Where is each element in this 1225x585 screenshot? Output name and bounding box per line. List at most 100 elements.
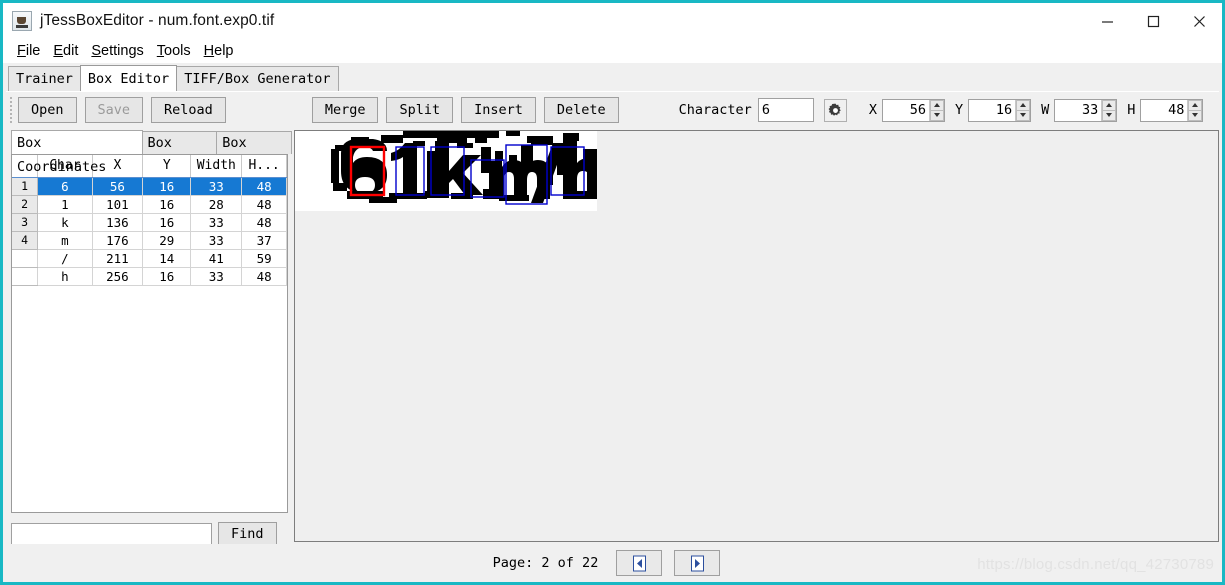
h-spinner[interactable]: 48	[1140, 98, 1204, 122]
cell-char[interactable]: h	[37, 267, 93, 286]
cell-x[interactable]: 136	[92, 213, 144, 232]
page-indicator: Page: 2 of 22	[492, 555, 599, 571]
w-spinner[interactable]: 33	[1054, 98, 1118, 122]
row-number: 1	[12, 177, 39, 196]
menu-tools[interactable]: Tools	[151, 42, 198, 60]
x-spinner-value[interactable]: 56	[882, 99, 929, 121]
cell-y[interactable]: 16	[142, 213, 192, 232]
cell-char[interactable]: k	[37, 213, 93, 232]
y-spinner-down[interactable]	[1016, 109, 1031, 121]
row-number: 2	[12, 195, 39, 214]
cell-width[interactable]: 33	[190, 267, 243, 286]
delete-button[interactable]: Delete	[543, 97, 619, 123]
next-page-icon[interactable]	[674, 550, 721, 576]
menu-bar: File Edit Settings Tools Help	[3, 39, 1222, 63]
row-number	[12, 267, 39, 286]
box-table-scroll[interactable]: Char X Y Width H... 1 6 56 16 33 48	[11, 154, 288, 513]
application-window: jTessBoxEditor - num.font.exp0.tif File …	[0, 0, 1225, 585]
x-spinner-up[interactable]	[929, 99, 944, 110]
h-spinner-down[interactable]	[1188, 109, 1203, 121]
cell-y[interactable]: 16	[142, 267, 192, 286]
cell-x[interactable]: 176	[92, 231, 144, 250]
maximize-icon[interactable]	[1130, 3, 1176, 39]
reload-button[interactable]: Reload	[151, 97, 226, 123]
cell-height[interactable]: 48	[241, 195, 287, 214]
w-spinner-value[interactable]: 33	[1055, 99, 1102, 121]
cell-height[interactable]: 48	[241, 267, 287, 286]
h-spinner-value[interactable]: 48	[1141, 99, 1188, 121]
cell-height[interactable]: 37	[241, 231, 287, 250]
x-spinner[interactable]: 56	[881, 98, 945, 122]
col-header-width[interactable]: Width	[190, 155, 243, 178]
w-spinner-down[interactable]	[1102, 109, 1117, 121]
menu-help[interactable]: Help	[198, 42, 241, 60]
insert-button[interactable]: Insert	[461, 97, 536, 123]
y-label: Y	[954, 102, 964, 118]
minimize-icon[interactable]	[1084, 3, 1130, 39]
table-row[interactable]: 3 k 136 16 33 48	[12, 213, 287, 232]
open-button[interactable]: Open	[18, 97, 77, 123]
menu-edit-rest: dit	[63, 43, 79, 59]
cell-x[interactable]: 56	[92, 177, 144, 196]
cell-y[interactable]: 16	[142, 195, 192, 214]
x-spinner-down[interactable]	[929, 109, 944, 121]
sub-tab-box-coordinates[interactable]: Box Coordinates	[11, 130, 143, 175]
col-header-height[interactable]: H...	[241, 155, 287, 178]
cell-width[interactable]: 41	[190, 249, 243, 268]
y-spinner-value[interactable]: 16	[969, 99, 1016, 121]
table-row[interactable]: h 256 16 33 48	[12, 267, 287, 286]
character-input[interactable]: 6	[757, 98, 814, 122]
w-label: W	[1041, 102, 1050, 118]
menu-settings[interactable]: Settings	[85, 42, 150, 60]
cell-x[interactable]: 256	[92, 267, 144, 286]
cell-width[interactable]: 33	[190, 231, 243, 250]
search-input[interactable]	[11, 523, 212, 545]
sub-tab-box-data[interactable]: Box Data	[141, 131, 218, 174]
merge-button[interactable]: Merge	[311, 97, 379, 123]
tab-box-editor[interactable]: Box Editor	[79, 65, 178, 91]
menu-file-rest: ile	[25, 43, 41, 59]
prev-page-icon[interactable]	[616, 550, 663, 576]
h-spinner-up[interactable]	[1188, 99, 1203, 110]
table-row[interactable]: 1 6 56 16 33 48	[12, 177, 287, 196]
cell-char[interactable]: 1	[37, 195, 93, 214]
sub-tab-box-view[interactable]: Box View	[216, 131, 293, 174]
col-header-y[interactable]: Y	[142, 155, 192, 178]
split-button[interactable]: Split	[386, 97, 454, 123]
character-label: Character	[678, 102, 752, 118]
image-canvas-panel[interactable]	[294, 130, 1219, 542]
tiff-page-canvas[interactable]	[295, 131, 597, 211]
tab-trainer[interactable]: Trainer	[8, 66, 81, 91]
cell-height[interactable]: 48	[241, 213, 287, 232]
cell-char[interactable]: m	[37, 231, 93, 250]
cell-char[interactable]: /	[37, 249, 93, 268]
table-row[interactable]: 2 1 101 16 28 48	[12, 195, 287, 214]
cell-y[interactable]: 16	[142, 177, 192, 196]
cell-height[interactable]: 48	[241, 177, 287, 196]
w-spinner-up[interactable]	[1102, 99, 1117, 110]
cell-height[interactable]: 59	[241, 249, 287, 268]
menu-file[interactable]: File	[11, 42, 47, 60]
close-icon[interactable]	[1176, 3, 1222, 39]
cell-width[interactable]: 33	[190, 213, 243, 232]
save-button: Save	[84, 97, 144, 123]
row-number: 4	[12, 231, 39, 250]
cell-y[interactable]: 29	[142, 231, 192, 250]
toolbar-drag-handle[interactable]	[8, 97, 16, 123]
cell-x[interactable]: 101	[92, 195, 144, 214]
tab-tiff-box-generator[interactable]: TIFF/Box Generator	[176, 66, 339, 91]
title-bar: jTessBoxEditor - num.font.exp0.tif	[3, 3, 1222, 39]
table-row[interactable]: / 211 14 41 59	[12, 249, 287, 268]
cell-width[interactable]: 28	[190, 195, 243, 214]
y-spinner-up[interactable]	[1016, 99, 1031, 110]
y-spinner[interactable]: 16	[968, 98, 1032, 122]
gear-icon[interactable]	[823, 98, 847, 122]
find-button[interactable]: Find	[218, 521, 277, 547]
cell-char[interactable]: 6	[37, 177, 93, 196]
table-row[interactable]: 4 m 176 29 33 37	[12, 231, 287, 250]
cell-x[interactable]: 211	[92, 249, 144, 268]
cell-y[interactable]: 14	[142, 249, 192, 268]
cell-width[interactable]: 33	[190, 177, 243, 196]
box-table-body: 1 6 56 16 33 48 2 1 101 16 28 48 3 k 136…	[12, 177, 287, 286]
menu-edit[interactable]: Edit	[47, 42, 85, 60]
